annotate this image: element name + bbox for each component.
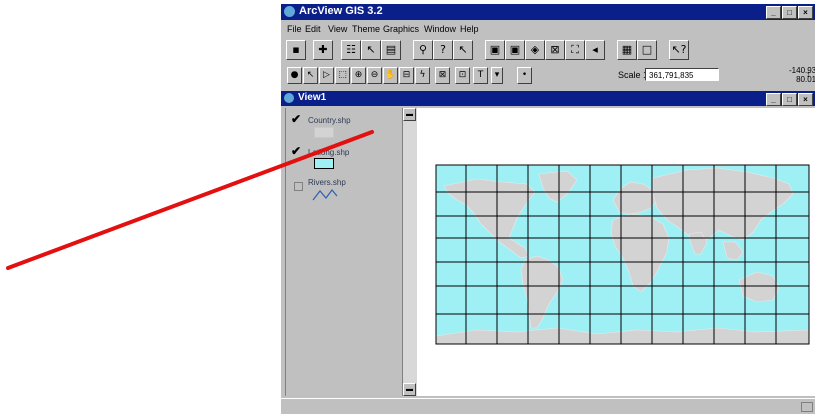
hotlink-tool[interactable]: ϟ: [415, 67, 430, 84]
pan-tool[interactable]: ✋: [383, 67, 398, 84]
menu-graphics[interactable]: Graphics: [383, 24, 419, 34]
minimize-button[interactable]: _: [766, 6, 781, 19]
menu-edit[interactable]: Edit: [305, 24, 321, 34]
help-button[interactable]: ↖?: [669, 40, 689, 60]
zoom-out-button[interactable]: ⛶: [565, 40, 585, 60]
menu-window[interactable]: Window: [424, 24, 456, 34]
layer-name-rivers: Rivers.shp: [308, 178, 346, 187]
locate-button[interactable]: ?: [433, 40, 453, 60]
query-builder-button[interactable]: ↖: [453, 40, 473, 60]
close-button[interactable]: ×: [798, 6, 813, 19]
add-theme-button[interactable]: ✚: [313, 40, 333, 60]
coords-unit-arrow: ↕: [806, 69, 811, 79]
scroll-up-button[interactable]: ▬: [403, 108, 416, 121]
arcview-window: ArcView GIS 3.2 _ □ × File Edit View The…: [281, 4, 815, 414]
world-map: [435, 164, 810, 345]
identify-tool[interactable]: ●: [287, 67, 302, 84]
label-tool[interactable]: ⊡: [455, 67, 470, 84]
view-titlebar[interactable]: View1 _ □ ×: [281, 91, 815, 106]
zoom-out-tool[interactable]: ⊖: [367, 67, 382, 84]
menu-view[interactable]: View: [328, 24, 347, 34]
layer-name-country: Country.shp: [308, 116, 351, 125]
scroll-down-button[interactable]: ▬: [403, 383, 416, 396]
draw-point-tool[interactable]: •: [517, 67, 532, 84]
layer-name-latlong: Latlong.shp: [308, 148, 350, 157]
zoom-selected-button[interactable]: ◈: [525, 40, 545, 60]
app-titlebar[interactable]: ArcView GIS 3.2 _ □ ×: [281, 4, 815, 20]
view-window-buttons: _ □ ×: [766, 93, 813, 106]
select-features-button[interactable]: ▦: [617, 40, 637, 60]
coord-y: 80.01: [796, 75, 815, 84]
menu-bar: File Edit View Theme Graphics Window Hel…: [281, 21, 815, 37]
find-button[interactable]: ⚲: [413, 40, 433, 60]
toc-scrollbar[interactable]: ▬ ▬: [402, 108, 417, 396]
theme-properties-button[interactable]: ☷: [341, 40, 361, 60]
tool-bar: ● ↖ ▷ ⬚ ⊕ ⊖ ✋ ⊟ ϟ ⊠ ⊡ T ▾ • Scale 1: 361…: [281, 65, 815, 86]
layer-checkbox[interactable]: [294, 182, 303, 191]
checkmark-icon[interactable]: ✔: [291, 112, 301, 126]
vertex-edit-tool[interactable]: ▷: [319, 67, 334, 84]
menu-theme[interactable]: Theme: [352, 24, 380, 34]
view-minimize-button[interactable]: _: [766, 93, 781, 106]
clear-selection-button[interactable]: □: [637, 40, 657, 60]
select-feature-tool[interactable]: ⬚: [335, 67, 350, 84]
scale-input[interactable]: 361,791,835: [645, 68, 719, 81]
pointer-tool[interactable]: ↖: [303, 67, 318, 84]
window-buttons: _ □ ×: [766, 6, 813, 19]
view-globe-icon: [284, 93, 294, 103]
map-display[interactable]: [417, 108, 815, 396]
zoom-active-button[interactable]: ▣: [505, 40, 525, 60]
table-of-contents: ✔ Country.shp ✔ Latlong.shp Rivers.shp ▬…: [285, 108, 417, 396]
maximize-button[interactable]: □: [782, 6, 797, 19]
zoom-in-tool[interactable]: ⊕: [351, 67, 366, 84]
land-fill-swatch: [314, 127, 334, 138]
view-close-button[interactable]: ×: [798, 93, 813, 106]
arcview-globe-icon: [284, 6, 295, 17]
app-title: ArcView GIS 3.2: [299, 5, 383, 17]
zoom-in-button[interactable]: ⊠: [545, 40, 565, 60]
view-maximize-button[interactable]: □: [782, 93, 797, 106]
text-tool-dropdown[interactable]: ▾: [491, 67, 503, 84]
ocean-fill-swatch: [314, 158, 334, 169]
menu-help[interactable]: Help: [460, 24, 479, 34]
button-bar: ▪ ✚ ☷ ↖ ▤ ⚲ ? ↖ ▣ ▣ ◈ ⊠ ⛶ ◂ ▦ □ ↖?: [281, 38, 815, 62]
menu-file[interactable]: File: [287, 24, 302, 34]
zoom-full-button[interactable]: ▣: [485, 40, 505, 60]
area-of-interest-tool[interactable]: ⊠: [435, 67, 450, 84]
text-tool[interactable]: T: [473, 67, 488, 84]
status-bar: [281, 398, 815, 414]
line-icon: [312, 189, 338, 201]
view-title: View1: [298, 92, 327, 103]
cursor-coordinates: -140.93 80.01: [789, 66, 815, 84]
checkmark-icon[interactable]: ✔: [291, 144, 301, 158]
open-table-button[interactable]: ▤: [381, 40, 401, 60]
edit-legend-button[interactable]: ↖: [361, 40, 381, 60]
resize-grip[interactable]: [801, 402, 813, 412]
measure-tool[interactable]: ⊟: [399, 67, 414, 84]
zoom-previous-button[interactable]: ◂: [585, 40, 605, 60]
coord-x: -140.93: [789, 66, 815, 75]
save-project-button[interactable]: ▪: [286, 40, 306, 60]
